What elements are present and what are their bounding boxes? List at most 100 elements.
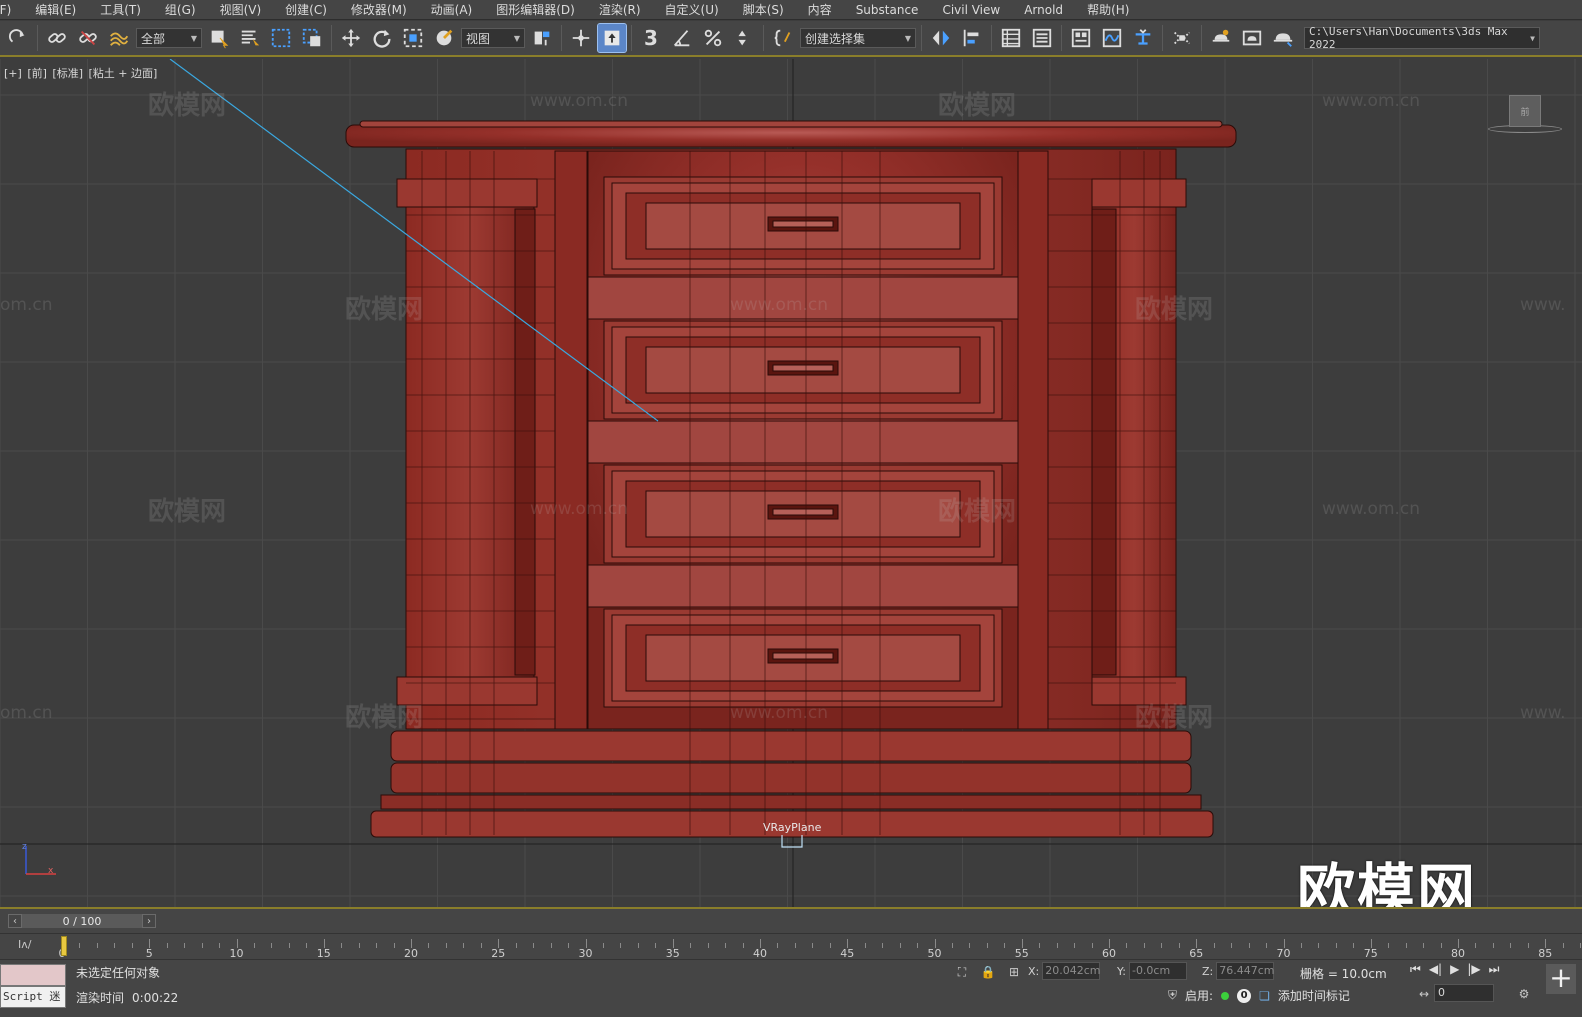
menu-item[interactable]: 工具(T)	[88, 0, 153, 20]
maxscript-output[interactable]	[0, 964, 66, 986]
menu-item[interactable]: 图形编辑器(D)	[484, 0, 587, 20]
viewport-label-standard[interactable]: [标准]	[52, 67, 83, 80]
menu-item[interactable]: 编辑(E)	[23, 0, 88, 20]
curve-editor-icon[interactable]	[1098, 24, 1126, 52]
play-icon[interactable]: ▶	[1450, 962, 1459, 977]
key-mode-icon[interactable]: ↔	[1416, 986, 1432, 1002]
menu-item[interactable]: 脚本(S)	[731, 0, 796, 20]
menu-item[interactable]: Civil View	[930, 0, 1012, 20]
viewcube-face-label: 前	[1520, 107, 1530, 118]
next-frame-arrow-icon[interactable]: ›	[142, 914, 156, 928]
cabinet-model[interactable]	[345, 120, 1237, 838]
go-to-end-icon[interactable]: ⏭	[1489, 962, 1500, 977]
render-setup-icon[interactable]	[1207, 24, 1235, 52]
redo-icon[interactable]	[4, 24, 32, 52]
next-frame-icon[interactable]: |▶	[1467, 962, 1480, 977]
rotate-icon[interactable]	[368, 24, 396, 52]
select-by-name-icon[interactable]	[236, 24, 264, 52]
add-time-tag-button[interactable]: 添加时间标记	[1278, 987, 1350, 1004]
viewcube-icon[interactable]: 前	[1509, 95, 1541, 127]
frame-ruler[interactable]: 0510152025303540455055606570758085	[59, 934, 1582, 960]
mini-curve-editor-icon[interactable]: Iʌ/	[18, 938, 42, 954]
maxscript-input[interactable]: Script 迷	[0, 986, 66, 1008]
placement-icon[interactable]	[430, 24, 458, 52]
menu-item[interactable]: 内容	[796, 0, 844, 20]
window-crossing-icon[interactable]	[298, 24, 326, 52]
viewport-label-plus[interactable]: [+]	[4, 67, 22, 80]
project-path-dropdown[interactable]: C:\Users\Han\Documents\3ds Max 2022 ▼	[1304, 25, 1540, 51]
angle-snap-icon[interactable]	[668, 24, 696, 52]
shield-icon[interactable]: ⛨	[1168, 988, 1177, 1003]
named-selection-dropdown[interactable]: 创建选择集 ▼	[800, 28, 916, 48]
previous-frame-icon[interactable]: ◀|	[1429, 962, 1442, 977]
drawer[interactable]	[603, 608, 1003, 708]
schematic-view-icon[interactable]	[1129, 24, 1157, 52]
link-icon[interactable]	[43, 24, 71, 52]
pivot-icon[interactable]	[528, 24, 556, 52]
menu-item[interactable]: Substance	[844, 0, 931, 20]
drawer[interactable]	[603, 176, 1003, 276]
ruler-tick	[969, 943, 971, 948]
snaps-toggle-icon[interactable]: 3	[637, 24, 665, 52]
bind-spacewarp-icon[interactable]	[105, 24, 133, 52]
manipulate-icon[interactable]	[567, 24, 595, 52]
move-icon[interactable]	[337, 24, 365, 52]
unlink-icon[interactable]	[74, 24, 102, 52]
track-bar[interactable]: Iʌ/ 0510152025303540455055606570758085	[0, 933, 1582, 960]
scale-icon[interactable]	[399, 24, 427, 52]
material-editor-icon[interactable]	[1168, 24, 1196, 52]
go-to-start-icon[interactable]: ⏮	[1410, 962, 1421, 977]
current-frame-marker[interactable]	[61, 936, 67, 956]
menu-item[interactable]: 组(G)	[153, 0, 208, 20]
scene-explorer-icon[interactable]	[997, 24, 1025, 52]
edit-named-sets-icon[interactable]	[769, 24, 797, 52]
percent-snap-icon[interactable]	[699, 24, 727, 52]
rect-region-icon[interactable]	[267, 24, 295, 52]
add-button[interactable]: +	[1546, 964, 1576, 994]
time-slider-handle[interactable]: 0 / 100	[22, 914, 142, 928]
ribbon-icon[interactable]	[1067, 24, 1095, 52]
ruler-tick	[1231, 943, 1233, 948]
ruler-tick	[1405, 943, 1407, 948]
mirror-icon[interactable]	[927, 24, 955, 52]
cube-icon[interactable]: ❏	[1259, 989, 1270, 1003]
render-icon[interactable]	[1269, 24, 1297, 52]
menu-item[interactable]: 动画(A)	[419, 0, 485, 20]
menu-item[interactable]: (F)	[0, 0, 23, 20]
x-value[interactable]: 20.042cm	[1042, 962, 1101, 980]
layer-explorer-icon[interactable]	[1028, 24, 1056, 52]
menu-item[interactable]: 自定义(U)	[653, 0, 731, 20]
viewport-label-view[interactable]: [前]	[27, 67, 47, 80]
menu-item[interactable]: 渲染(R)	[587, 0, 653, 20]
toolbar-separator	[631, 25, 632, 51]
drawer[interactable]	[603, 320, 1003, 420]
x-coordinate[interactable]: X: 20.042cm	[1028, 962, 1101, 980]
y-coordinate[interactable]: Y: -0.0cm	[1117, 962, 1187, 980]
menu-item[interactable]: Arnold	[1012, 0, 1075, 20]
menu-item[interactable]: 创建(C)	[273, 0, 339, 20]
front-viewport[interactable]: z x 欧模网 www.om.cn 欧模网 www.om.cn om.cn 欧模网 www.…	[0, 59, 1582, 907]
menu-item[interactable]: 帮助(H)	[1075, 0, 1141, 20]
absolute-mode-icon[interactable]: ⊞	[1006, 964, 1022, 980]
spinner-snap-icon[interactable]	[730, 24, 758, 52]
rendered-frame-icon[interactable]	[1238, 24, 1266, 52]
menu-item[interactable]: 修改器(M)	[339, 0, 419, 20]
time-config-icon[interactable]: ⚙	[1516, 986, 1532, 1002]
time-slider[interactable]: ‹ 0 / 100 ›	[0, 907, 1582, 933]
y-value[interactable]: -0.0cm	[1128, 962, 1187, 980]
select-object-icon[interactable]	[205, 24, 233, 52]
menu-item[interactable]: 视图(V)	[208, 0, 274, 20]
z-value[interactable]: 76.447cm	[1216, 962, 1275, 980]
prev-frame-arrow-icon[interactable]: ‹	[8, 914, 22, 928]
viewport-label[interactable]: [+] [前] [标准] [粘土 + 边面]	[4, 65, 159, 81]
reference-coord-dropdown[interactable]: 视图 ▼	[461, 28, 525, 48]
z-coordinate[interactable]: Z: 76.447cm	[1202, 962, 1275, 980]
keyboard-shortcut-icon[interactable]	[597, 23, 627, 53]
isolate-selection-icon[interactable]: ⛶	[954, 964, 970, 980]
lock-selection-icon[interactable]: 🔒	[980, 964, 996, 980]
align-icon[interactable]	[958, 24, 986, 52]
maxscript-listener[interactable]: Script 迷	[0, 964, 66, 1012]
current-frame-input[interactable]: 0	[1434, 984, 1494, 1002]
selection-filter-dropdown[interactable]: 全部 ▼	[136, 28, 202, 48]
viewport-label-shading[interactable]: [粘土 + 边面]	[89, 67, 158, 80]
